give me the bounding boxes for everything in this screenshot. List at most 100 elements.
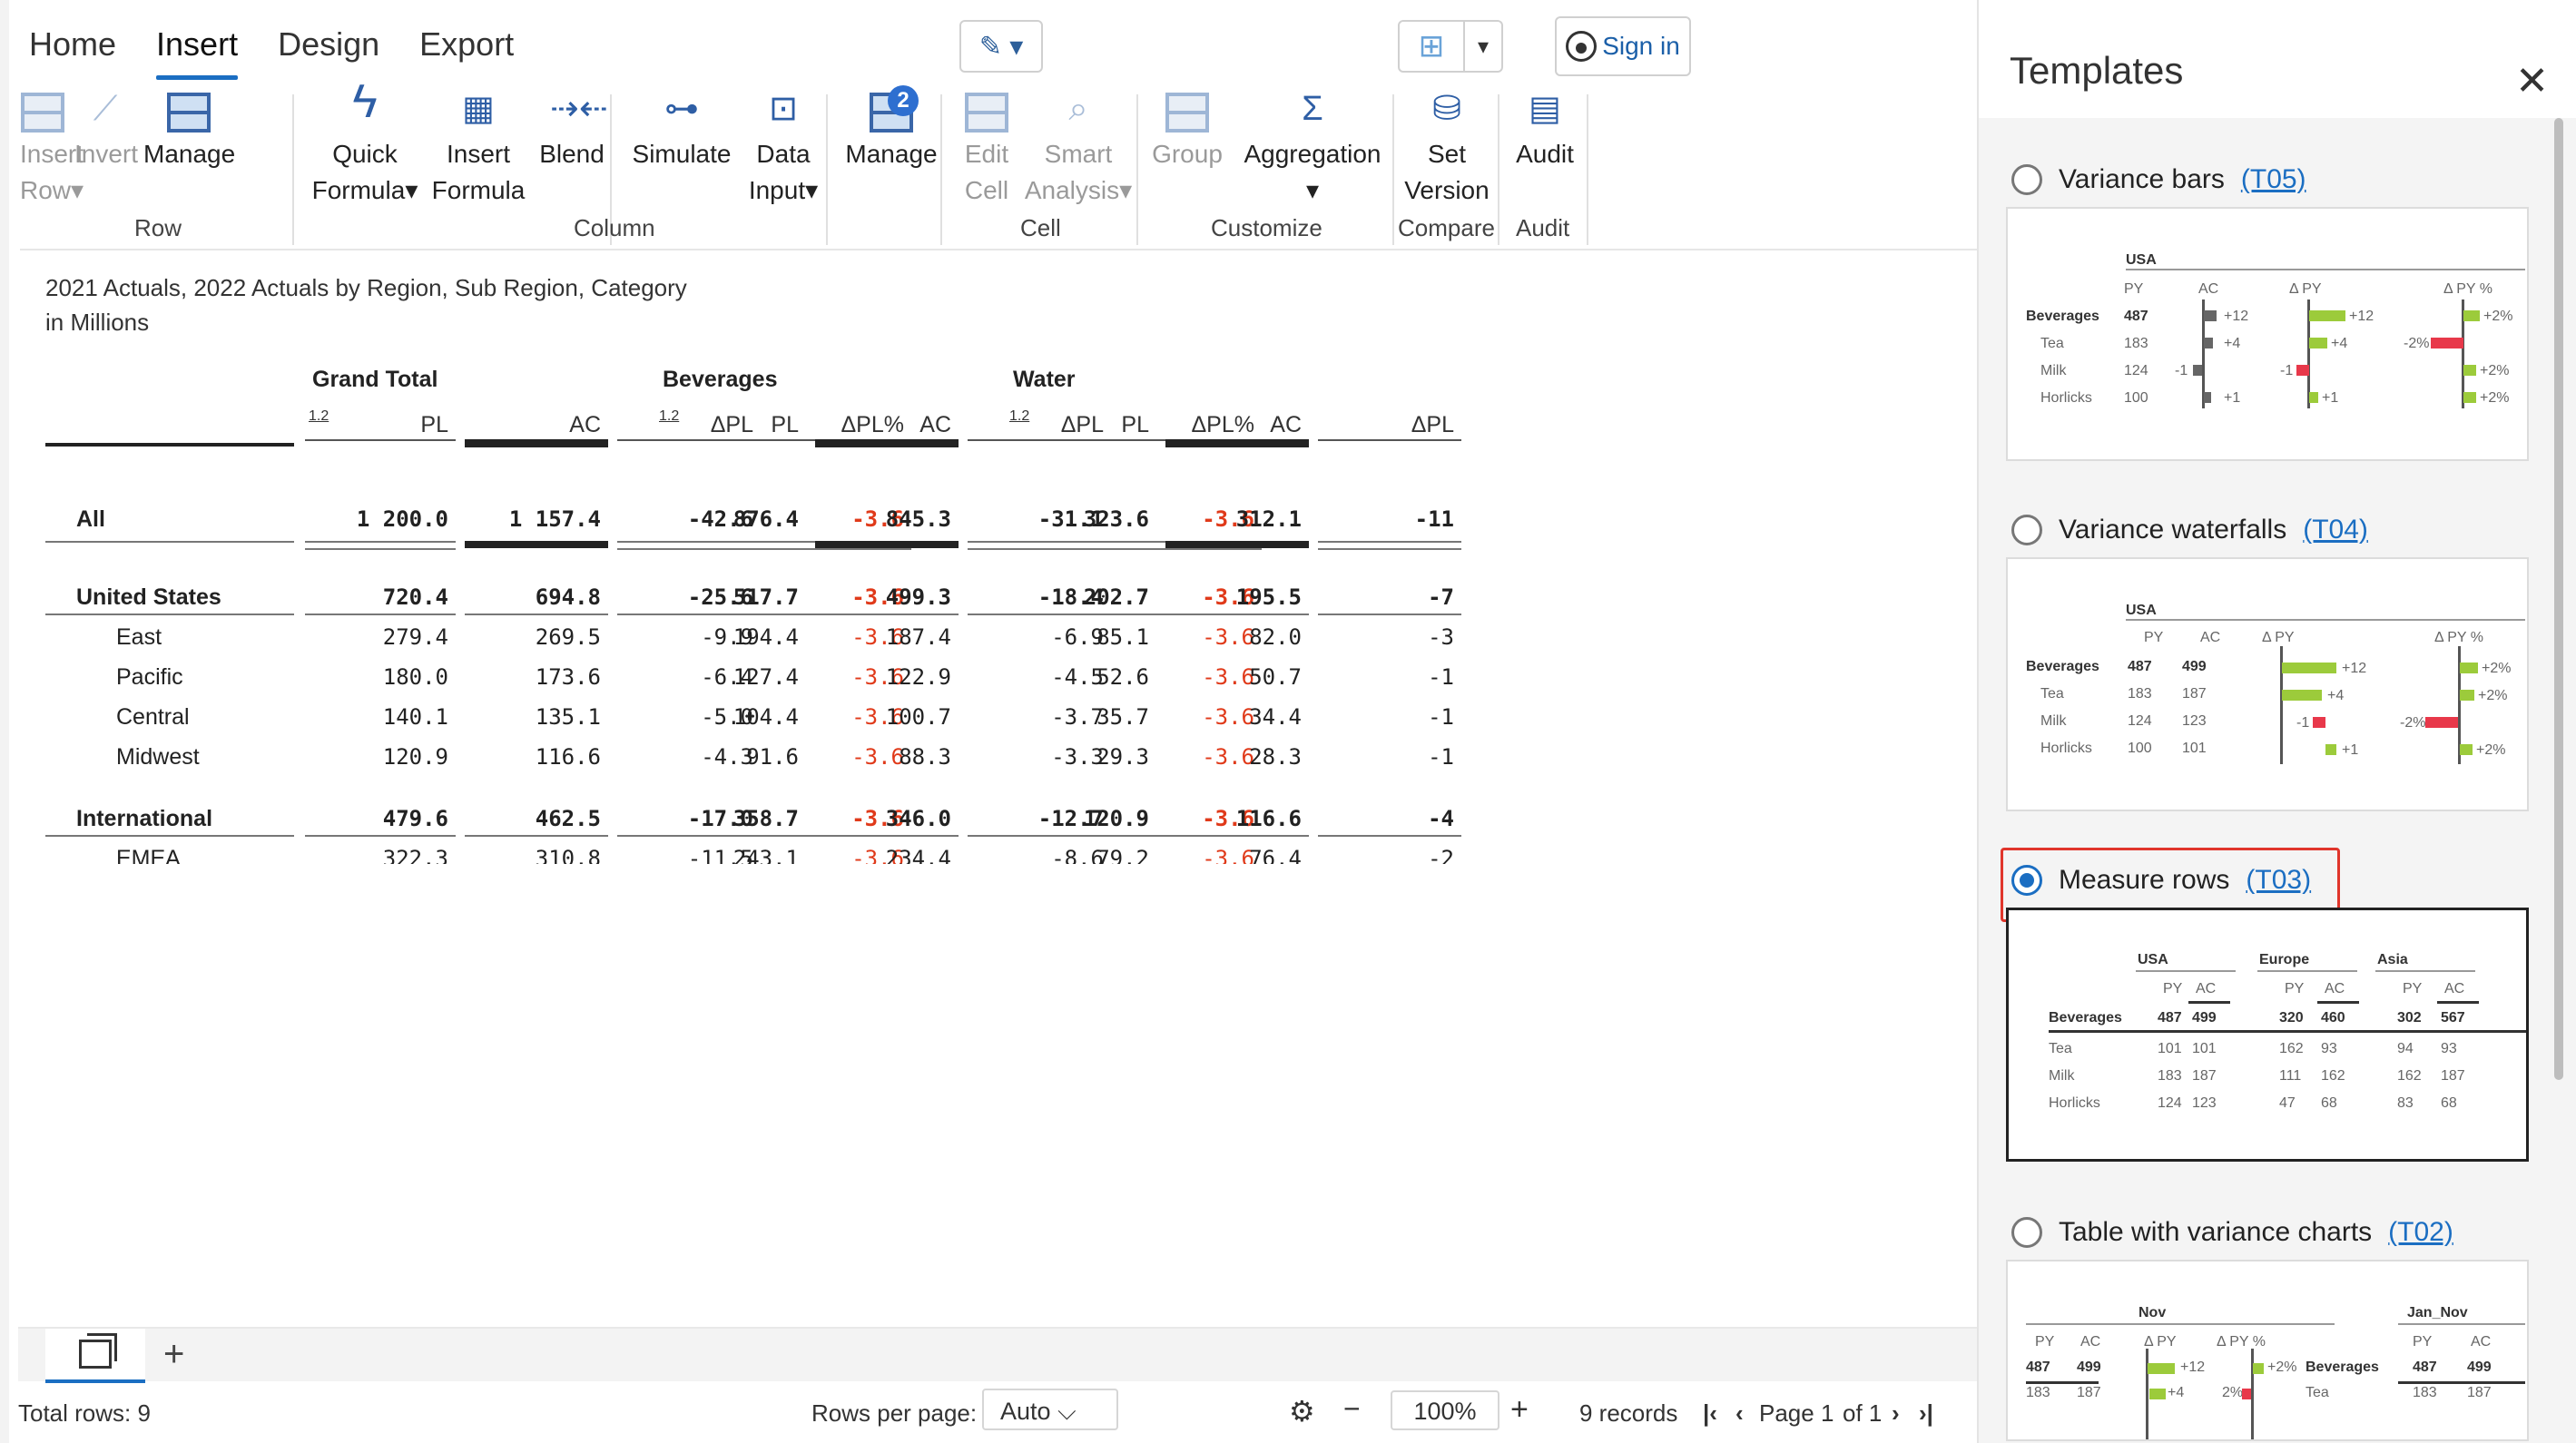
- table-cell[interactable]: 82.0: [1165, 619, 1309, 655]
- table-cell[interactable]: 180.0: [305, 659, 456, 695]
- sign-in-button[interactable]: Sign in: [1555, 16, 1691, 76]
- template-thumbnail[interactable]: USA PY AC Δ PY Δ PY % Beverages 487 499 Tea 183 18…: [2006, 557, 2529, 811]
- table-cell[interactable]: 312.1: [1165, 501, 1309, 537]
- template-code-link[interactable]: (T02): [2388, 1217, 2453, 1248]
- comment-dropdown-button[interactable]: ▾: [1465, 22, 1501, 71]
- table-cell[interactable]: 88.3: [815, 739, 959, 775]
- zoom-out-button[interactable]: −: [1343, 1392, 1361, 1426]
- invert-button[interactable]: ⟋ Invert: [74, 91, 138, 172]
- tab-design[interactable]: Design: [278, 25, 379, 80]
- smart-analysis-button[interactable]: ⌕ Smart Analysis▾: [1022, 91, 1135, 209]
- table-cell[interactable]: 876.4: [655, 501, 806, 537]
- table-cell[interactable]: 28.3: [1165, 739, 1309, 775]
- next-page-icon[interactable]: ›: [1892, 1399, 1900, 1428]
- quick-formula-button[interactable]: Quick Formula▾: [309, 83, 421, 209]
- table-cell[interactable]: 323.6: [1006, 501, 1156, 537]
- table-cell[interactable]: -4: [1318, 800, 1461, 837]
- column-header-ac[interactable]: AC: [465, 412, 608, 447]
- data-input-button[interactable]: ⊡ Data Input▾: [742, 91, 824, 209]
- table-cell[interactable]: 187.4: [815, 619, 959, 655]
- template-header[interactable]: Measure rows (T03): [2001, 848, 2532, 922]
- table-cell[interactable]: 462.5: [465, 800, 608, 837]
- table-cell[interactable]: 1 157.4: [465, 501, 608, 537]
- table-cell[interactable]: -2: [1318, 840, 1461, 864]
- table-cell[interactable]: 346.0: [815, 800, 959, 837]
- edit-cell-button[interactable]: Edit Cell: [955, 93, 1018, 209]
- table-cell[interactable]: -7: [1318, 579, 1461, 615]
- template-code-link[interactable]: (T04): [2303, 515, 2368, 545]
- table-cell[interactable]: 1 200.0: [305, 501, 456, 537]
- table-cell[interactable]: 140.1: [305, 699, 456, 735]
- table-cell[interactable]: 29.3: [1006, 739, 1156, 775]
- column-header-delta-pl[interactable]: ΔPL: [1318, 412, 1461, 441]
- table-cell[interactable]: 116.6: [465, 739, 608, 775]
- sheet-tab-active[interactable]: [45, 1329, 145, 1383]
- first-page-icon[interactable]: |‹: [1703, 1399, 1717, 1428]
- tab-home[interactable]: Home: [29, 25, 116, 80]
- zoom-in-button[interactable]: +: [1510, 1392, 1529, 1428]
- table-cell[interactable]: 120.9: [1006, 800, 1156, 837]
- table-cell[interactable]: 310.8: [465, 840, 608, 864]
- zoom-input[interactable]: 100%: [1391, 1390, 1499, 1430]
- table-cell[interactable]: 194.4: [655, 619, 806, 655]
- row-label[interactable]: Pacific: [45, 659, 290, 695]
- table-cell[interactable]: 85.1: [1006, 619, 1156, 655]
- table-cell[interactable]: 104.4: [655, 699, 806, 735]
- template-header[interactable]: Table with variance charts (T02): [2006, 1207, 2532, 1258]
- row-label[interactable]: EMEA: [45, 840, 290, 864]
- table-cell[interactable]: 202.7: [1006, 579, 1156, 615]
- page-number[interactable]: 1: [1821, 1399, 1834, 1428]
- table-cell[interactable]: -1: [1318, 659, 1461, 695]
- template-thumbnail[interactable]: USA PY AC Δ PY Δ PY % Beverages 487 Tea 183 Milk 1…: [2006, 207, 2529, 461]
- manage-rows-button[interactable]: Manage: [143, 93, 235, 172]
- table-cell[interactable]: 322.3: [305, 840, 456, 864]
- column-header-ac[interactable]: AC: [815, 412, 959, 447]
- aggregation-button[interactable]: Σ Aggregation ▾: [1236, 91, 1389, 209]
- table-cell[interactable]: 34.4: [1165, 699, 1309, 735]
- table-cell[interactable]: 269.5: [465, 619, 608, 655]
- row-label[interactable]: United States: [45, 579, 290, 615]
- tab-insert[interactable]: Insert: [156, 25, 239, 80]
- template-header[interactable]: Variance bars (T05): [2006, 154, 2532, 205]
- row-label[interactable]: Central: [45, 699, 290, 735]
- insert-formula-button[interactable]: ▦ Insert Formula: [428, 91, 528, 209]
- table-cell[interactable]: 279.4: [305, 619, 456, 655]
- set-version-button[interactable]: ⛁ Set Version: [1400, 91, 1494, 209]
- audit-button[interactable]: ▤ Audit: [1509, 91, 1581, 172]
- table-cell[interactable]: 116.6: [1165, 800, 1309, 837]
- template-thumbnail[interactable]: Nov Jan_Nov PY AC Δ PY Δ PY % PY AC 487 499 +12 +2%…: [2006, 1260, 2529, 1441]
- template-radio[interactable]: [2011, 515, 2042, 545]
- template-radio[interactable]: [2011, 1217, 2042, 1248]
- table-cell[interactable]: 243.1: [655, 840, 806, 864]
- template-radio[interactable]: [2011, 164, 2042, 195]
- table-cell[interactable]: 517.7: [655, 579, 806, 615]
- table-cell[interactable]: 76.4: [1165, 840, 1309, 864]
- column-header-pl[interactable]: PL 1.2: [305, 408, 456, 441]
- table-cell[interactable]: 35.7: [1006, 699, 1156, 735]
- table-cell[interactable]: 91.6: [655, 739, 806, 775]
- rows-per-page-select[interactable]: Auto ⌵: [982, 1389, 1118, 1430]
- manage-columns-button[interactable]: 2 Manage: [837, 85, 946, 172]
- column-header-pl[interactable]: PL 1.2: [1006, 408, 1156, 441]
- table-cell[interactable]: 499.3: [815, 579, 959, 615]
- prev-page-icon[interactable]: ‹: [1735, 1399, 1744, 1428]
- row-label[interactable]: Midwest: [45, 739, 290, 775]
- scale-marker[interactable]: 1.2: [659, 408, 679, 425]
- table-cell[interactable]: -1: [1318, 699, 1461, 735]
- settings-gear-icon[interactable]: ⚙: [1289, 1394, 1315, 1428]
- simulate-button[interactable]: ⊶ Simulate: [623, 91, 741, 172]
- group-button[interactable]: Group: [1149, 93, 1225, 172]
- template-header[interactable]: Variance waterfalls (T04): [2006, 505, 2532, 555]
- table-cell[interactable]: 122.9: [815, 659, 959, 695]
- table-cell[interactable]: 479.6: [305, 800, 456, 837]
- edit-mode-button[interactable]: ✎ ▾: [959, 20, 1043, 73]
- row-label[interactable]: International: [45, 800, 290, 837]
- template-code-link[interactable]: (T05): [2241, 164, 2306, 195]
- last-page-icon[interactable]: ›|: [1919, 1399, 1933, 1428]
- column-header-ac[interactable]: AC: [1165, 412, 1309, 447]
- row-label[interactable]: East: [45, 619, 290, 655]
- table-cell[interactable]: 127.4: [655, 659, 806, 695]
- add-comment-button[interactable]: ⊞: [1400, 22, 1465, 71]
- column-header-pl[interactable]: PL 1.2: [655, 408, 806, 441]
- table-cell[interactable]: 234.4: [815, 840, 959, 864]
